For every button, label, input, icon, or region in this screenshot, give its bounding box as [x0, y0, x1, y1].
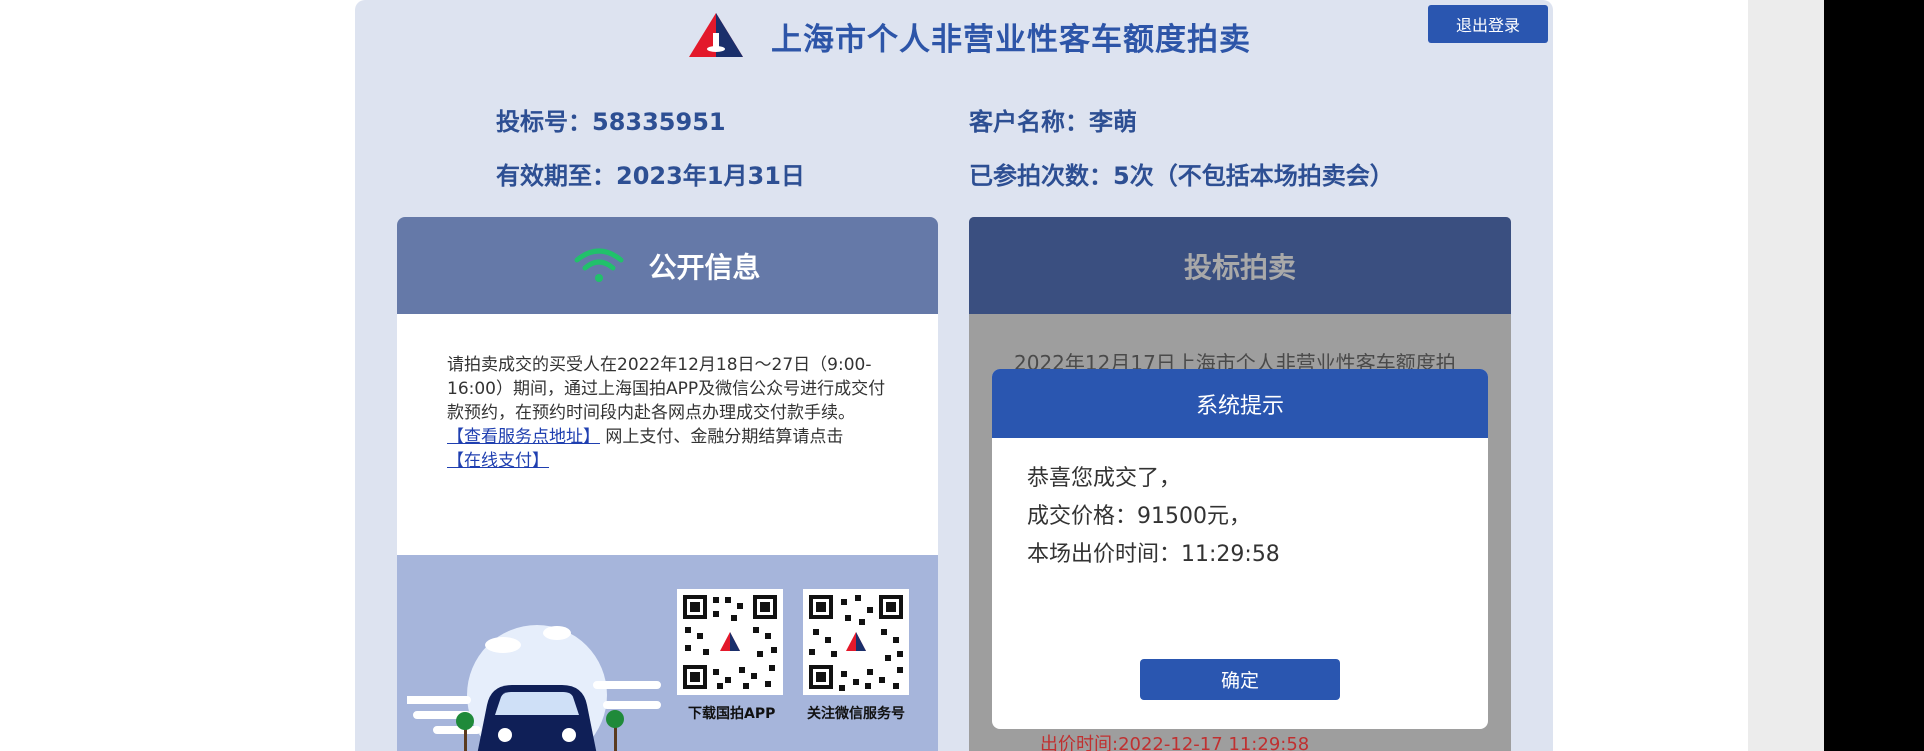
online-payment-link[interactable]: 【在线支付】 — [447, 451, 549, 471]
logout-button[interactable]: 退出登录 — [1428, 5, 1548, 43]
customer-name: 客户名称：李萌 — [969, 102, 1137, 137]
side-gutter — [1748, 0, 1824, 751]
dialog-message-line1: 恭喜您成交了， — [1027, 466, 1182, 491]
public-info-header: 公开信息 — [397, 217, 938, 314]
participation-count-label: 已参拍次数： — [969, 162, 1113, 190]
public-info-body: 请拍卖成交的买受人在2022年12月18日～27日（9:00-16:00）期间，… — [397, 314, 938, 552]
valid-until-value: 2023年1月31日 — [616, 162, 805, 190]
dialog-body: 恭喜您成交了， 成交价格：91500元， 本场出价时间：11:29:58 — [992, 438, 1488, 574]
bid-time: 出价时间:2022-12-17 11:29:58 — [1040, 734, 1310, 751]
app-promo-banner: 下载国拍APP 关注微信服务号 — [397, 555, 938, 751]
valid-until-label: 有效期至： — [496, 162, 616, 190]
dialog-title: 系统提示 — [992, 369, 1488, 438]
online-payment-text: 网上支付、金融分期结算请点击 — [600, 427, 844, 447]
service-address-link[interactable]: 【查看服务点地址】 — [447, 427, 600, 447]
bidding-title: 投标拍卖 — [1183, 250, 1296, 284]
app-qr-label: 下载国拍APP — [688, 706, 776, 722]
wechat-qr-label: 关注微信服务号 — [807, 706, 905, 722]
confirm-button[interactable]: 确定 — [1140, 659, 1340, 700]
system-alert-dialog: 系统提示 恭喜您成交了， 成交价格：91500元， 本场出价时间：11:29:5… — [992, 369, 1488, 729]
page-title: 上海市个人非营业性客车额度拍卖 — [771, 22, 1251, 58]
app-qr-code — [677, 589, 783, 695]
bid-number: 投标号：58335951 — [496, 102, 726, 137]
guopai-logo-icon — [689, 13, 743, 57]
car-illustration — [407, 625, 661, 751]
bid-number-label: 投标号： — [496, 108, 592, 136]
dialog-message-line2: 成交价格：91500元， — [1027, 504, 1251, 529]
black-edge — [1824, 0, 1924, 751]
dialog-message-line3: 本场出价时间：11:29:58 — [1027, 542, 1280, 567]
public-info-title: 公开信息 — [648, 250, 761, 284]
valid-until: 有效期至：2023年1月31日 — [496, 156, 805, 191]
participation-count: 已参拍次数：5次（不包括本场拍卖会） — [969, 156, 1394, 191]
customer-name-value: 李萌 — [1089, 108, 1137, 136]
customer-name-label: 客户名称： — [969, 108, 1089, 136]
public-info-panel: 公开信息 请拍卖成交的买受人在2022年12月18日～27日（9:00-16:0… — [397, 217, 938, 751]
bidding-header: 投标拍卖 — [969, 217, 1511, 314]
page: 上海市个人非营业性客车额度拍卖 退出登录 投标号：58335951 客户名称：李… — [0, 0, 1924, 751]
wifi-icon — [574, 248, 624, 282]
participation-count-value: 5次（不包括本场拍卖会） — [1113, 162, 1394, 190]
payment-notice: 请拍卖成交的买受人在2022年12月18日～27日（9:00-16:00）期间，… — [447, 355, 886, 423]
wechat-qr-code — [803, 589, 909, 695]
bid-number-value: 58335951 — [592, 108, 726, 136]
